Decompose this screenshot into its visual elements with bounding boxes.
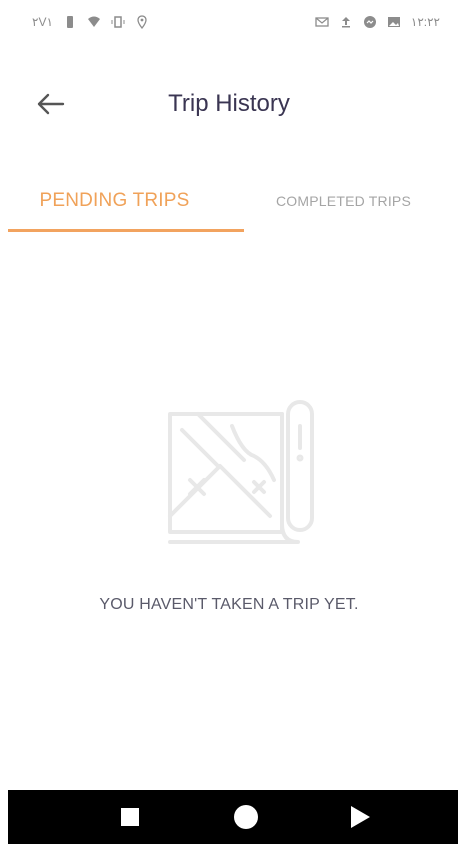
status-bar: ۲V۱ ۱۲:۲۲ — [0, 0, 458, 44]
recents-icon — [121, 808, 139, 826]
app-header: Trip History — [0, 76, 458, 132]
status-bar-right: ۱۲:۲۲ — [315, 15, 440, 29]
active-tab-indicator — [8, 229, 244, 232]
status-left-text: ۲V۱ — [32, 15, 53, 29]
trip-tabs: PENDING TRIPS COMPLETED TRIPS — [0, 170, 458, 232]
system-nav-bar — [8, 790, 458, 844]
tab-completed-trips[interactable]: COMPLETED TRIPS — [229, 170, 458, 232]
tab-pending-trips[interactable]: PENDING TRIPS — [0, 170, 229, 232]
empty-state-message: YOU HAVEN'T TAKEN A TRIP YET. — [99, 596, 359, 613]
status-bar-left: ۲V۱ — [32, 15, 149, 29]
battery-icon — [66, 16, 73, 28]
status-time: ۱۲:۲۲ — [410, 15, 440, 29]
messenger-icon — [363, 16, 376, 28]
upload-icon — [341, 17, 350, 28]
home-button[interactable] — [216, 790, 276, 844]
back-button[interactable] — [32, 88, 68, 120]
back-triangle-icon — [351, 806, 370, 828]
mail-icon — [315, 17, 329, 27]
recents-button[interactable] — [100, 790, 160, 844]
location-icon — [137, 15, 147, 29]
gallery-icon — [387, 17, 400, 27]
page-title: Trip History — [168, 90, 290, 117]
home-icon — [234, 805, 258, 829]
nav-back-button[interactable] — [330, 790, 390, 844]
map-icon — [168, 400, 314, 544]
vibrate-icon — [111, 16, 125, 28]
wifi-icon — [87, 16, 100, 27]
arrow-left-icon — [37, 93, 65, 115]
